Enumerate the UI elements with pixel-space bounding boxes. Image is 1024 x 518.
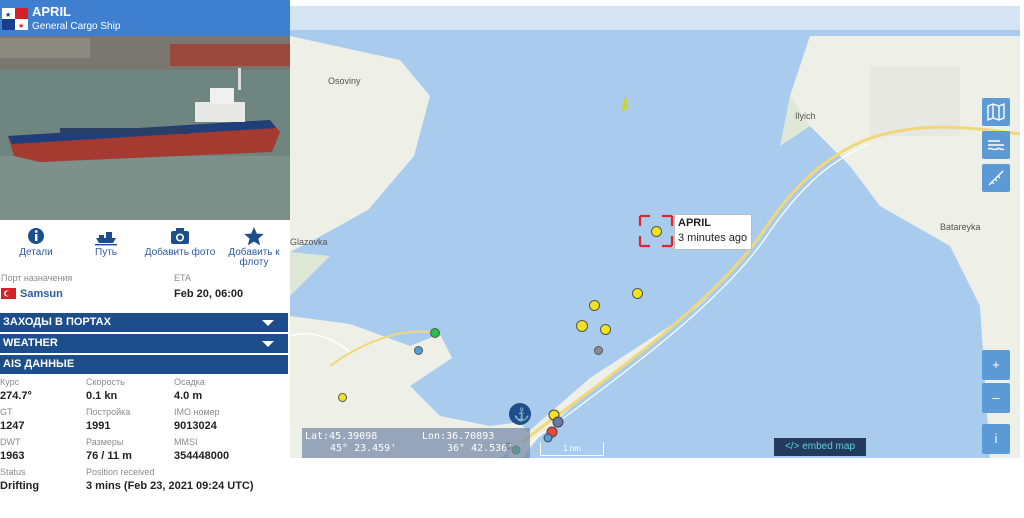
vessel-marker[interactable] xyxy=(589,300,600,311)
vessel-marker-selected[interactable] xyxy=(651,226,662,237)
details-button[interactable]: Детали xyxy=(0,224,72,268)
map-info-button[interactable]: i xyxy=(982,424,1010,454)
chevron-down-icon xyxy=(262,320,274,326)
panama-flag-icon: ★ ★ xyxy=(2,8,28,30)
track-label: Путь xyxy=(95,247,117,258)
ais-title: AIS ДАННЫЕ xyxy=(3,358,75,370)
eta-value: Feb 20, 06:00 xyxy=(174,288,244,300)
vessel-name: APRIL xyxy=(32,4,71,19)
embed-map-button[interactable]: </> embed map xyxy=(774,438,866,456)
speed-value: 0.1 kn xyxy=(86,390,118,402)
size-label: Размеры xyxy=(86,437,124,447)
tooltip-vessel-name: APRIL xyxy=(678,217,711,229)
gt-value: 1247 xyxy=(0,420,25,432)
vessel-marker[interactable] xyxy=(430,328,440,338)
built-label: Постройка xyxy=(86,407,131,417)
dwt-value: 1963 xyxy=(0,450,25,462)
imo-label: IMO номер xyxy=(174,407,220,417)
place-label-ilyich: Ilyich xyxy=(795,111,816,121)
svg-text:⚓: ⚓ xyxy=(514,407,530,422)
zoom-out-button[interactable]: – xyxy=(982,383,1010,413)
built-value: 1991 xyxy=(86,420,111,432)
map-view[interactable]: ⚓ Osoviny Glazovka Ilyich Batareyka APRI… xyxy=(290,6,1020,458)
vessel-photo[interactable] xyxy=(0,36,290,220)
svg-text:★: ★ xyxy=(5,11,11,19)
dwt-label: DWT xyxy=(0,437,21,447)
vessel-panel: ★ ★ APRIL General Cargo Ship Детали Путь… xyxy=(0,0,290,518)
place-label-batareyka: Batareyka xyxy=(940,222,981,232)
tooltip-age: 3 minutes ago xyxy=(678,232,748,244)
size-value: 76 / 11 m xyxy=(86,450,132,462)
ship-track-icon xyxy=(95,232,117,246)
chevron-down-icon xyxy=(262,341,274,347)
wind-waves-icon xyxy=(987,140,1005,151)
destination-port-label: Порт назначения xyxy=(1,273,73,283)
imo-value: 9013024 xyxy=(174,420,217,432)
vessel-type: General Cargo Ship xyxy=(32,21,121,32)
ais-data-grid: Курс Скорость Осадка 274.7° 0.1 kn 4.0 m… xyxy=(0,374,290,518)
eta-label: ETA xyxy=(174,273,191,283)
measure-tool-button[interactable] xyxy=(982,164,1010,192)
course-label: Курс xyxy=(0,377,20,387)
vessel-actions: Детали Путь Добавить фото Добавить к фло… xyxy=(0,224,290,268)
place-label-osoviny: Osoviny xyxy=(328,76,361,86)
vessel-tooltip: APRIL 3 minutes ago xyxy=(674,214,752,250)
longitude-dms: 36° 42.536' xyxy=(447,443,514,454)
vessel-marker[interactable] xyxy=(338,393,347,402)
track-button[interactable]: Путь xyxy=(70,224,142,268)
add-photo-button[interactable]: Добавить фото xyxy=(144,224,216,268)
vessel-marker[interactable] xyxy=(632,288,643,299)
ais-section[interactable]: AIS ДАННЫЕ xyxy=(0,355,288,374)
vessel-marker[interactable] xyxy=(594,346,603,355)
details-label: Детали xyxy=(19,247,53,258)
vessel-marker[interactable] xyxy=(414,346,423,355)
gt-label: GT xyxy=(0,407,13,417)
map-scale: 1 nm xyxy=(540,442,604,456)
received-value: 3 mins (Feb 23, 2021 09:24 UTC) xyxy=(86,480,254,492)
weather-title: WEATHER xyxy=(3,337,58,349)
vessel-marker[interactable] xyxy=(576,320,588,332)
svg-text:★: ★ xyxy=(18,22,24,30)
star-icon xyxy=(244,227,264,246)
add-to-fleet-button[interactable]: Добавить к флоту xyxy=(218,224,290,268)
draught-value: 4.0 m xyxy=(174,390,203,402)
add-to-fleet-label: Добавить к флоту xyxy=(228,247,280,268)
weather-section[interactable]: WEATHER xyxy=(0,334,288,353)
destination-row: Порт назначения ETA Samsun Feb 20, 06:00 xyxy=(0,270,290,306)
received-label: Position received xyxy=(86,467,155,477)
place-label-glazovka: Glazovka xyxy=(290,237,328,247)
camera-icon xyxy=(171,228,189,244)
status-value: Drifting xyxy=(0,480,40,492)
info-icon xyxy=(28,228,44,244)
mmsi-label: MMSI xyxy=(174,437,198,447)
zoom-in-button[interactable]: + xyxy=(982,350,1010,380)
latitude-dms: 45° 23.459' xyxy=(330,443,397,454)
vessel-header: ★ ★ APRIL General Cargo Ship xyxy=(0,0,290,36)
destination-port[interactable]: Samsun xyxy=(20,288,63,300)
latitude-decimal: Lat:45.39098 xyxy=(305,431,378,442)
mmsi-value: 354448000 xyxy=(174,450,230,462)
weather-layer-button[interactable] xyxy=(982,131,1010,159)
course-value: 274.7° xyxy=(0,390,32,402)
map-icon xyxy=(987,102,1005,122)
port-calls-title: ЗАХОДЫ В ПОРТАХ xyxy=(3,316,111,328)
draught-label: Осадка xyxy=(174,377,205,387)
status-label: Status xyxy=(0,467,26,477)
speed-label: Скорость xyxy=(86,377,125,387)
vessel-marker[interactable] xyxy=(600,324,611,335)
turkey-flag-icon xyxy=(1,288,16,299)
longitude-decimal: Lon:36.70893 xyxy=(422,431,495,442)
map-layers-button[interactable] xyxy=(982,98,1010,126)
ruler-icon xyxy=(988,170,1004,186)
port-calls-section[interactable]: ЗАХОДЫ В ПОРТАХ xyxy=(0,313,288,332)
add-photo-label: Добавить фото xyxy=(144,247,216,258)
cursor-coordinates: Lat:45.39098 Lon:36.70893 45° 23.459' 36… xyxy=(302,428,530,458)
